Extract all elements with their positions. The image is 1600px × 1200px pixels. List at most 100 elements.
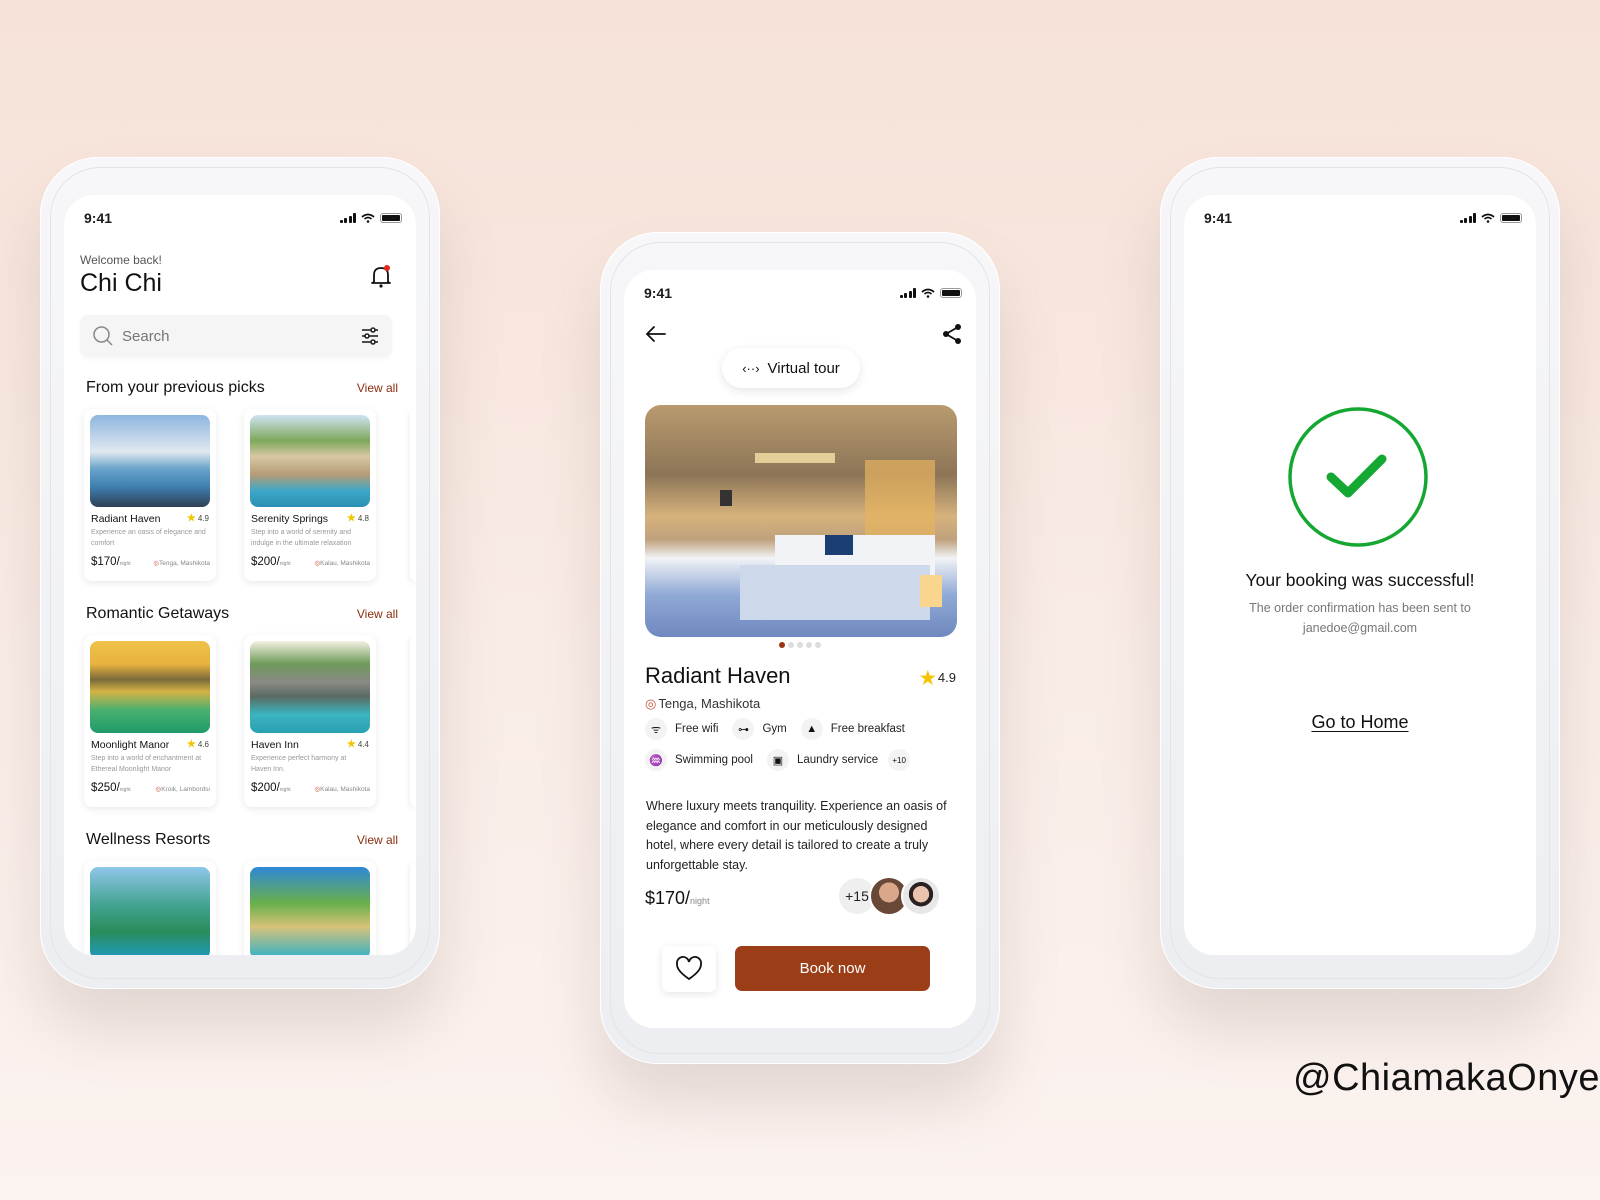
carousel-dot[interactable] xyxy=(788,642,794,648)
battery-icon xyxy=(1500,213,1522,223)
star-icon: ★ xyxy=(186,739,196,750)
home-screen: 9:41 Welcome back! Chi Chi From your pre… xyxy=(64,195,416,955)
hotel-card-moonlight-manor[interactable]: Moonlight Manor ★ 4.6 Step into a world o… xyxy=(84,635,216,807)
carousel-indicator[interactable] xyxy=(624,642,976,648)
go-to-home-link[interactable]: Go to Home xyxy=(1184,712,1536,733)
battery-icon xyxy=(940,288,962,298)
notification-bell-icon[interactable] xyxy=(369,263,393,289)
next-card-peek[interactable] xyxy=(410,409,416,581)
view-all-link-wellness-resorts[interactable]: View all xyxy=(357,833,398,847)
hotel-location: ◎Tenga, Mashikota xyxy=(153,560,210,567)
share-icon[interactable] xyxy=(940,322,964,346)
hotel-price: $170/night xyxy=(645,888,710,908)
heart-icon xyxy=(676,956,702,981)
hotel-card-haven-inn[interactable]: Haven Inn ★ 4.4 Experience perfect harmon… xyxy=(244,635,376,807)
designer-credit: @ChiamakaOnye xyxy=(1293,1057,1600,1099)
search-bar[interactable] xyxy=(80,315,392,357)
hotel-description: Experience perfect harmony at Haven Inn. xyxy=(251,755,347,773)
wifi-icon: ᯤ xyxy=(645,718,667,740)
virtual-tour-icon: ‹··› xyxy=(742,360,760,376)
hotel-image xyxy=(250,415,370,507)
hotel-name: Radiant Haven xyxy=(91,513,161,525)
wifi-icon xyxy=(921,288,935,298)
hotel-price: $250/night xyxy=(91,782,131,794)
star-icon: ★ xyxy=(919,668,936,688)
hotel-image xyxy=(90,415,210,507)
guest-avatars[interactable]: +15 xyxy=(837,876,941,916)
star-icon: ★ xyxy=(346,513,356,524)
carousel-dot-active[interactable] xyxy=(779,642,785,648)
search-icon xyxy=(93,326,113,346)
signal-icon xyxy=(339,213,356,223)
status-time: 9:41 xyxy=(84,210,113,226)
favorite-button[interactable] xyxy=(662,946,716,992)
carousel-dot[interactable] xyxy=(797,642,803,648)
amenity-free-wifi: ᯤ Free wifi xyxy=(645,718,718,740)
detail-screen: 9:41 ‹··› Virtual tour Radiant Haven ★ 4.… xyxy=(624,270,976,1028)
amenity-free-breakfast: ▲ Free breakfast xyxy=(800,718,905,740)
hotel-card-wellness-1[interactable] xyxy=(84,861,216,955)
back-arrow-icon[interactable] xyxy=(644,322,668,346)
hotel-image xyxy=(90,867,210,955)
hotel-location: ◎Kalau, Mashikota xyxy=(314,786,370,793)
more-amenities-badge[interactable]: +10 xyxy=(888,749,911,771)
view-all-link-previous-picks[interactable]: View all xyxy=(357,381,398,395)
hotel-rating: ★ 4.9 xyxy=(186,513,209,524)
hotel-rating: ★ 4.6 xyxy=(186,739,209,750)
virtual-tour-label: Virtual tour xyxy=(767,359,840,377)
hotel-description: Step into a world of enchantment at Ethe… xyxy=(91,755,202,773)
star-icon: ★ xyxy=(346,739,356,750)
wifi-icon xyxy=(361,213,375,223)
user-name: Chi Chi xyxy=(80,269,162,297)
success-subtitle: The order confirmation has been sent to … xyxy=(1249,601,1471,635)
hotel-rating: ★ 4.4 xyxy=(346,739,369,750)
section-title-wellness-resorts: Wellness Resorts xyxy=(86,831,211,848)
hotel-location: ◎Kroik, Lambordsi xyxy=(155,786,210,793)
carousel-dot[interactable] xyxy=(815,642,821,648)
success-title: Your booking was successful! xyxy=(1245,570,1475,590)
hotel-card-serenity-springs[interactable]: Serenity Springs ★ 4.8 Step into a world … xyxy=(244,409,376,581)
amenity-swimming-pool: ♒ Swimming pool xyxy=(645,749,753,771)
hotel-card-wellness-2[interactable] xyxy=(244,861,376,955)
amenity-gym: ⊶ Gym xyxy=(732,718,787,740)
signal-icon xyxy=(899,288,916,298)
food-cloche-icon: ▲ xyxy=(800,718,823,740)
guest-avatar xyxy=(901,876,941,916)
next-card-peek[interactable] xyxy=(410,861,416,955)
carousel-dot[interactable] xyxy=(806,642,812,648)
battery-icon xyxy=(380,213,402,223)
status-bar: 9:41 xyxy=(644,284,962,302)
book-now-button[interactable]: Book now xyxy=(735,946,930,991)
virtual-tour-button[interactable]: ‹··› Virtual tour xyxy=(722,348,860,388)
status-bar: 9:41 xyxy=(84,209,402,227)
search-input[interactable] xyxy=(122,327,360,345)
hotel-price: $200/night xyxy=(251,556,291,568)
view-all-link-romantic-getaways[interactable]: View all xyxy=(357,607,398,621)
hotel-description: Step into a world of serenity and indulg… xyxy=(251,529,352,547)
bedroom-illustration xyxy=(720,453,942,620)
hotel-name: Moonlight Manor xyxy=(91,739,170,751)
star-icon: ★ xyxy=(186,513,196,524)
hotel-hero-image[interactable] xyxy=(645,405,957,637)
section-title-romantic-getaways: Romantic Getaways xyxy=(86,605,230,622)
pool-icon: ♒ xyxy=(645,749,667,771)
success-screen: 9:41 Your booking was successful! The or… xyxy=(1184,195,1536,955)
hotel-location: ◎Kalau, Mashikota xyxy=(314,560,370,567)
status-time: 9:41 xyxy=(1204,210,1233,226)
signal-icon xyxy=(1459,213,1476,223)
section-title-previous-picks: From your previous picks xyxy=(86,379,265,396)
hotel-description: Experience an oasis of elegance and comf… xyxy=(91,529,206,547)
hotel-title: Radiant Haven xyxy=(645,663,791,688)
hotel-card-radiant-haven[interactable]: Radiant Haven ★ 4.9 Experience an oasis o… xyxy=(84,409,216,581)
status-bar: 9:41 xyxy=(1204,209,1522,227)
filter-icon[interactable] xyxy=(360,326,380,346)
hotel-name: Haven Inn xyxy=(251,739,299,751)
hotel-rating: ★ 4.9 xyxy=(919,668,956,688)
hotel-image xyxy=(250,641,370,733)
location-pin-icon: ◎ xyxy=(645,696,657,711)
amenity-laundry-service: ▣ Laundry service xyxy=(766,749,878,771)
hotel-rating: ★ 4.8 xyxy=(346,513,369,524)
hotel-name: Serenity Springs xyxy=(251,513,329,525)
next-card-peek[interactable] xyxy=(410,635,416,807)
hotel-location: ◎Tenga, Mashikota xyxy=(645,696,761,711)
